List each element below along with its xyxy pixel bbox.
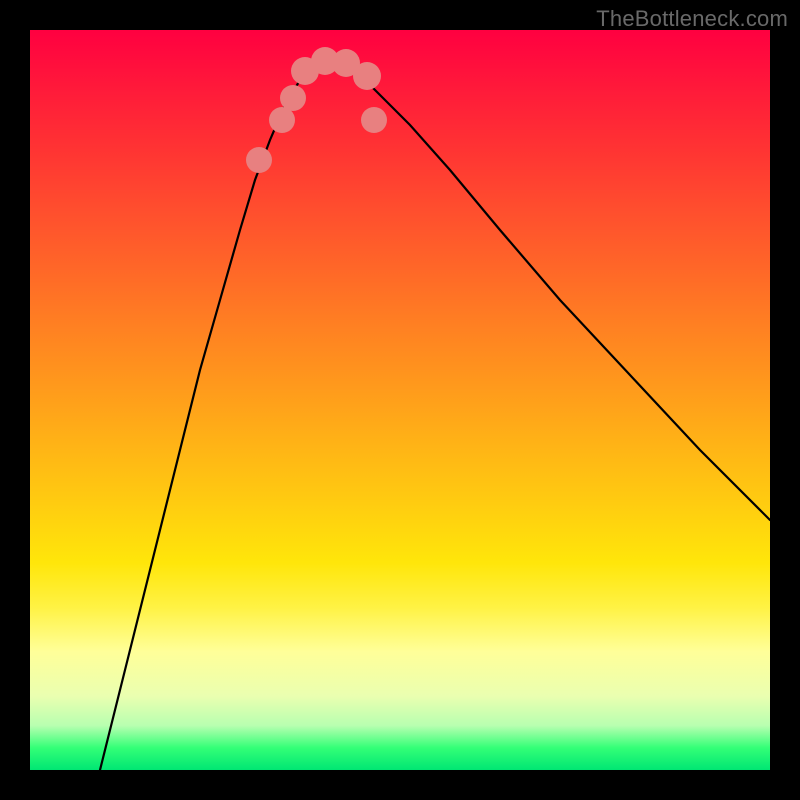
data-marker bbox=[353, 62, 381, 90]
right-curve-line bbox=[330, 60, 770, 520]
plot-area bbox=[30, 30, 770, 770]
marker-group bbox=[246, 47, 387, 173]
chart-svg bbox=[30, 30, 770, 770]
left-curve-line bbox=[100, 60, 330, 770]
watermark-text: TheBottleneck.com bbox=[596, 6, 788, 32]
data-marker bbox=[269, 107, 295, 133]
chart-frame: TheBottleneck.com bbox=[0, 0, 800, 800]
data-marker bbox=[280, 85, 306, 111]
data-marker bbox=[361, 107, 387, 133]
data-marker bbox=[246, 147, 272, 173]
